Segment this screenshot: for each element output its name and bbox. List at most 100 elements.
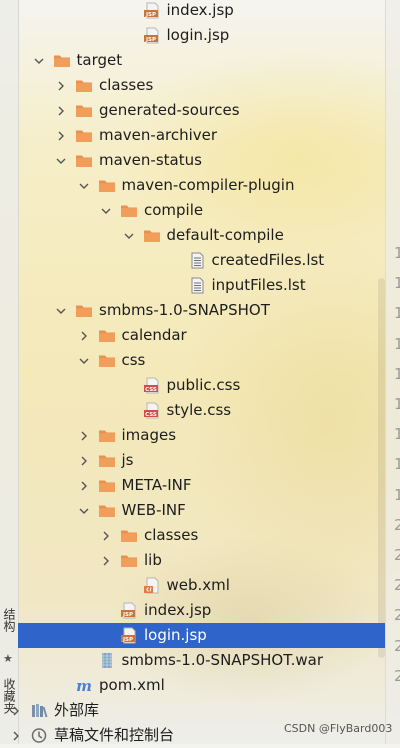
chevron-down-icon[interactable]	[78, 173, 90, 198]
chevron-right-icon[interactable]	[78, 423, 90, 448]
csdn-watermark: CSDN @FlyBard003	[284, 722, 393, 735]
tree-row-label: images	[121, 426, 177, 444]
tree-row[interactable]: classes	[18, 523, 385, 548]
folder-icon	[75, 302, 93, 319]
tree-row-label: index.jsp	[144, 601, 212, 619]
svg-text:JSP: JSP	[144, 12, 155, 18]
tree-row[interactable]: CSS style.css	[18, 398, 385, 423]
tree-row[interactable]: images	[18, 423, 385, 448]
tree-row[interactable]: JSP index.jsp	[18, 598, 385, 623]
svg-text:m: m	[76, 677, 92, 694]
chevron-right-icon[interactable]	[10, 698, 22, 723]
tree-row[interactable]: default-compile	[18, 223, 385, 248]
chevron-right-icon[interactable]	[78, 448, 90, 473]
folder-icon	[98, 352, 116, 369]
line-number: 1	[394, 334, 400, 353]
tree-row[interactable]: target	[18, 48, 385, 73]
left-tool-strip: 结构 ★ 收藏夹	[0, 0, 19, 744]
tree-row[interactable]: web.xml	[18, 573, 385, 598]
tree-row[interactable]: lib	[18, 548, 385, 573]
tree-row-label: META-INF	[121, 476, 192, 494]
folder-icon	[143, 227, 161, 244]
chevron-right-icon[interactable]	[55, 73, 67, 98]
tree-row[interactable]: JSP index.jsp	[18, 0, 385, 23]
tree-row-label: index.jsp	[166, 1, 234, 19]
folder-icon	[75, 77, 93, 94]
tree-row[interactable]: WEB-INF	[18, 498, 385, 523]
chevron-right-icon[interactable]	[78, 473, 90, 498]
chevron-right-icon[interactable]	[55, 123, 67, 148]
tree-row[interactable]: maven-status	[18, 148, 385, 173]
tree-row[interactable]: css	[18, 348, 385, 373]
svg-text:JSP: JSP	[122, 612, 133, 618]
tree-row[interactable]: maven-archiver	[18, 123, 385, 148]
tree-row-label: target	[76, 51, 123, 69]
chevron-down-icon[interactable]	[123, 223, 135, 248]
line-number: 1	[394, 244, 400, 262]
jsp-file-icon: JSP	[120, 602, 138, 619]
line-number: 1	[394, 274, 400, 293]
chevron-down-icon[interactable]	[78, 348, 90, 373]
tree-row-label: classes	[99, 76, 154, 94]
chevron-right-icon[interactable]	[78, 323, 90, 348]
chevron-right-icon[interactable]	[100, 548, 112, 573]
folder-icon	[98, 427, 116, 444]
chevron-down-icon[interactable]	[78, 498, 90, 523]
tree-row[interactable]: createdFiles.lst	[18, 248, 385, 273]
tree-row-label: web.xml	[166, 576, 230, 594]
line-number: 2	[394, 576, 400, 595]
chevron-right-icon[interactable]	[10, 723, 22, 748]
chevron-right-icon[interactable]	[100, 523, 112, 548]
svg-text:CSS: CSS	[145, 387, 157, 393]
tree-row[interactable]: js	[18, 448, 385, 473]
tree-row[interactable]: 外部库	[13, 698, 385, 723]
folder-icon	[120, 202, 138, 219]
tree-row-label: calendar	[121, 326, 187, 344]
svg-text:JSP: JSP	[122, 637, 133, 643]
line-number: 1	[394, 364, 400, 383]
structure-tool-tab[interactable]: 结构	[0, 600, 18, 640]
tree-row[interactable]: maven-compiler-plugin	[18, 173, 385, 198]
tree-row-label: maven-status	[99, 151, 202, 169]
folder-icon	[98, 177, 116, 194]
tree-row[interactable]: META-INF	[18, 473, 385, 498]
jsp-file-icon: JSP	[120, 627, 138, 644]
chevron-down-icon[interactable]	[55, 148, 67, 173]
tree-row[interactable]: inputFiles.lst	[18, 273, 385, 298]
chevron-down-icon[interactable]	[100, 198, 112, 223]
folder-icon	[53, 52, 71, 69]
line-number: 2	[394, 515, 400, 534]
tree-row[interactable]: m pom.xml	[18, 673, 385, 698]
tree-row[interactable]: classes	[18, 73, 385, 98]
folder-icon	[98, 327, 116, 344]
chevron-right-icon[interactable]	[55, 98, 67, 123]
tree-row-label: style.css	[166, 401, 232, 419]
tree-row[interactable]: compile	[18, 198, 385, 223]
line-number: 2	[394, 666, 400, 685]
tree-row[interactable]: smbms-1.0-SNAPSHOT.war	[18, 648, 385, 673]
chevron-down-icon[interactable]	[55, 298, 67, 323]
tree-row[interactable]: smbms-1.0-SNAPSHOT	[18, 298, 385, 323]
tree-row[interactable]: calendar	[18, 323, 385, 348]
tree-row-label: inputFiles.lst	[211, 276, 306, 294]
line-number: 2	[394, 546, 400, 564]
tree-row[interactable]: JSP login.jsp	[18, 623, 385, 648]
text-file-icon	[188, 277, 206, 294]
xml-file-icon	[143, 577, 161, 594]
tree-row-label: compile	[144, 201, 204, 219]
css-file-icon: CSS	[143, 377, 161, 394]
tree-row[interactable]: generated-sources	[18, 98, 385, 123]
tree-row-label: default-compile	[166, 226, 284, 244]
folder-icon	[98, 502, 116, 519]
library-icon	[30, 702, 48, 719]
line-number: 2	[394, 606, 400, 625]
tree-row[interactable]: JSP login.jsp	[18, 23, 385, 48]
chevron-down-icon[interactable]	[33, 48, 45, 73]
jsp-file-icon: JSP	[143, 27, 161, 44]
tree-row-label: smbms-1.0-SNAPSHOT.war	[121, 651, 324, 669]
tree-row[interactable]: CSS public.css	[18, 373, 385, 398]
text-file-icon	[188, 252, 206, 269]
line-number: 1	[394, 455, 400, 474]
tree-row-label: 草稿文件和控制台	[54, 726, 175, 744]
tree-row-label: generated-sources	[99, 101, 240, 119]
